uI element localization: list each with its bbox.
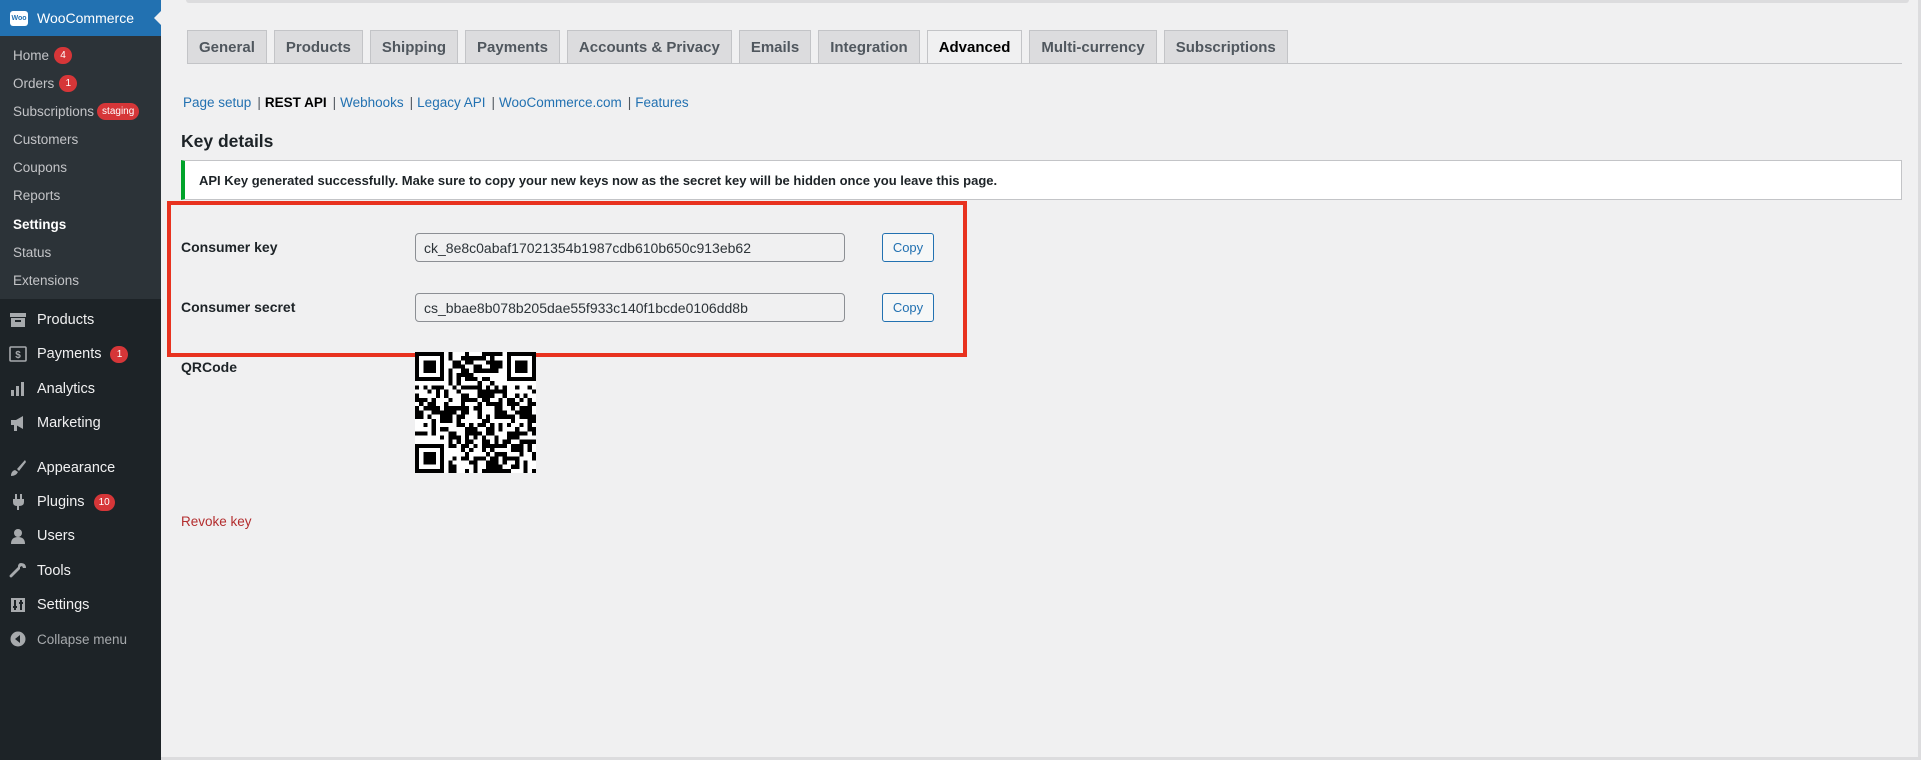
count-badge: 10 xyxy=(93,493,115,511)
bar-chart-icon xyxy=(8,380,28,398)
submenu-item-status[interactable]: Status xyxy=(13,245,51,260)
megaphone-icon xyxy=(8,414,28,432)
archive-icon xyxy=(8,311,28,329)
submenu-item-orders[interactable]: Orders 1 xyxy=(13,75,78,92)
tab-accounts-privacy[interactable]: Accounts & Privacy xyxy=(566,30,732,64)
main-content: General Products Shipping Payments Accou… xyxy=(161,0,1918,757)
sidebar-item-payments[interactable]: $ Payments 1 xyxy=(8,345,129,363)
tabs-divider xyxy=(187,63,1902,64)
revoke-key-link[interactable]: Revoke key xyxy=(181,514,252,529)
subsection-link-features[interactable]: Features xyxy=(635,95,688,110)
window-frame: Woo WooCommerce Home 4 Orders 1 Subscrip… xyxy=(0,0,1921,760)
submenu-label: Status xyxy=(13,245,52,260)
submenu-label: Home xyxy=(13,48,50,63)
sidebar-item-label: Products xyxy=(37,312,95,328)
sidebar-item-label: Plugins xyxy=(37,494,85,510)
submenu-item-extensions[interactable]: Extensions xyxy=(13,273,79,288)
sidebar-item-label: WooCommerce xyxy=(37,10,134,26)
sidebar-item-woocommerce[interactable]: Woo WooCommerce xyxy=(0,0,162,36)
woocommerce-logo-icon: Woo xyxy=(10,10,28,26)
separator: | xyxy=(491,95,495,110)
tab-multi-currency[interactable]: Multi-currency xyxy=(1029,30,1157,64)
sidebar-item-users[interactable]: Users xyxy=(8,527,75,545)
submenu-label: Subscriptions xyxy=(13,104,95,119)
success-notice: API Key generated successfully. Make sur… xyxy=(181,160,1902,200)
separator: | xyxy=(409,95,414,110)
submenu-item-subscriptions[interactable]: Subscriptions staging xyxy=(13,103,140,120)
count-badge: 1 xyxy=(59,75,78,92)
count-badge: 1 xyxy=(110,345,129,363)
sidebar-item-settings[interactable]: Settings xyxy=(8,596,89,614)
submenu-item-reports[interactable]: Reports xyxy=(13,188,60,203)
submenu-label: Reports xyxy=(13,188,61,203)
subsection-link-legacy-api[interactable]: Legacy API xyxy=(417,95,485,110)
top-notice-edge xyxy=(186,0,1909,3)
notice-text: API Key generated successfully. Make sur… xyxy=(199,172,998,188)
tab-emails[interactable]: Emails xyxy=(738,30,812,64)
subsection-link-webhooks[interactable]: Webhooks xyxy=(340,95,404,110)
tab-products[interactable]: Products xyxy=(273,30,363,64)
separator: | xyxy=(627,95,632,110)
wrench-icon xyxy=(8,562,28,580)
submenu-item-coupons[interactable]: Coupons xyxy=(13,160,67,175)
tab-integration[interactable]: Integration xyxy=(818,30,920,64)
status-badge: staging xyxy=(97,103,140,120)
admin-sidebar: Woo WooCommerce Home 4 Orders 1 Subscrip… xyxy=(0,0,162,760)
subsection-nav: Page setup | REST API | Webhooks | Legac… xyxy=(183,95,689,110)
submenu-item-home[interactable]: Home 4 xyxy=(13,47,73,64)
separator: | xyxy=(257,95,261,110)
submenu-label: Coupons xyxy=(13,160,68,175)
sidebar-item-analytics[interactable]: Analytics xyxy=(8,380,95,398)
plug-icon xyxy=(8,493,28,511)
sidebar-item-marketing[interactable]: Marketing xyxy=(8,414,101,432)
separator: | xyxy=(332,95,337,110)
sidebar-item-plugins[interactable]: Plugins 10 xyxy=(8,493,115,511)
submenu-label: Settings xyxy=(13,217,67,232)
sidebar-item-label: Collapse menu xyxy=(37,631,128,647)
dollar-icon: $ xyxy=(8,345,28,363)
submenu-label: Extensions xyxy=(13,273,80,288)
user-icon xyxy=(8,527,28,545)
settings-tabs: General Products Shipping Payments Accou… xyxy=(187,30,1295,64)
svg-text:$: $ xyxy=(15,350,21,361)
collapse-icon xyxy=(8,630,28,648)
submenu-label: Customers xyxy=(13,132,79,147)
submenu-item-settings[interactable]: Settings xyxy=(13,217,66,232)
page-title: Key details xyxy=(181,131,274,151)
settings-icon xyxy=(8,596,28,614)
sidebar-item-appearance[interactable]: Appearance xyxy=(8,459,115,477)
count-badge: 4 xyxy=(54,47,73,64)
subsection-link-woocommerce-com[interactable]: WooCommerce.com xyxy=(499,95,622,110)
sidebar-item-label: Payments xyxy=(37,346,102,362)
tab-shipping[interactable]: Shipping xyxy=(369,30,459,64)
tab-payments[interactable]: Payments xyxy=(465,30,560,64)
subsection-link-rest-api[interactable]: REST API xyxy=(265,95,327,110)
sidebar-item-label: Analytics xyxy=(37,381,96,397)
collapse-menu-button[interactable]: Collapse menu xyxy=(8,630,127,648)
tab-advanced[interactable]: Advanced xyxy=(926,30,1023,64)
tab-subscriptions[interactable]: Subscriptions xyxy=(1163,30,1288,64)
qrcode-label: QRCode xyxy=(181,359,237,375)
sidebar-item-label: Settings xyxy=(37,597,90,613)
submenu-item-customers[interactable]: Customers xyxy=(13,132,78,147)
submenu-label: Orders xyxy=(13,76,55,91)
subsection-link-page-setup[interactable]: Page setup xyxy=(183,95,251,110)
sidebar-item-label: Users xyxy=(37,528,75,544)
woocommerce-submenu: Home 4 Orders 1 Subscriptions staging Cu… xyxy=(0,36,161,299)
sidebar-item-label: Marketing xyxy=(37,415,101,431)
paintbrush-icon xyxy=(8,459,28,477)
sidebar-item-label: Tools xyxy=(37,563,71,579)
sidebar-item-label: Appearance xyxy=(37,460,116,476)
highlight-annotation xyxy=(167,201,967,357)
qr-code-image xyxy=(415,352,536,473)
sidebar-item-tools[interactable]: Tools xyxy=(8,562,71,580)
sidebar-item-products[interactable]: Products xyxy=(8,311,94,329)
tab-general[interactable]: General xyxy=(187,30,267,64)
